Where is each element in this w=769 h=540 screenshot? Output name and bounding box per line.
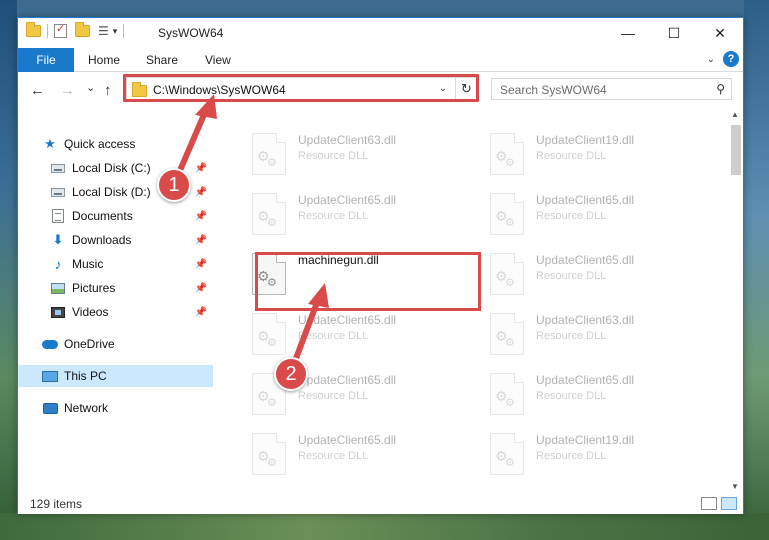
desktop-background-left (0, 0, 17, 540)
arrow-1-head (195, 94, 217, 119)
arrow-2-shaft (292, 297, 321, 364)
file-explorer-window: ☰ ▾ SysWOW64 — ☐ ✕ File Home Share View … (17, 17, 744, 514)
annotation-arrows (175, 94, 329, 364)
step-2-badge: 2 (274, 357, 308, 391)
desktop-background-right (744, 0, 769, 540)
arrow-2-head (308, 283, 329, 308)
desktop-background-bottom (0, 513, 769, 540)
step-1-badge: 1 (157, 168, 191, 202)
arrow-1-shaft (175, 107, 209, 178)
